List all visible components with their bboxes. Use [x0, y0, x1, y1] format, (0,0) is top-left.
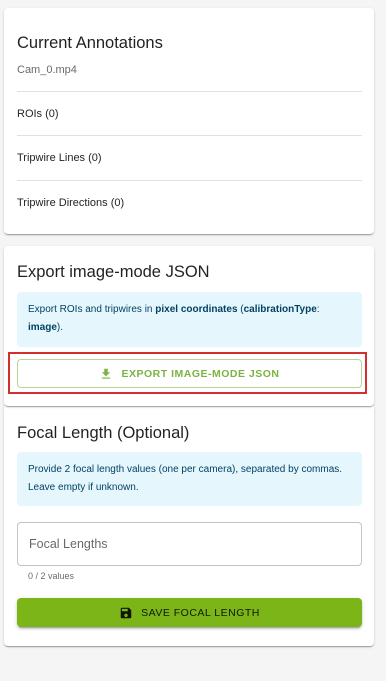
export-info-alert: Export ROIs and tripwires in pixel coord… — [17, 292, 362, 347]
export-info-text-suffix: ). — [56, 322, 64, 333]
focal-length-title: Focal Length (Optional) — [17, 424, 190, 442]
file-name: Cam_0.mp4 — [17, 64, 77, 76]
save-focal-length-button[interactable]: SAVE FOCAL LENGTH — [17, 598, 362, 627]
save-icon — [119, 606, 133, 620]
export-image-mode-json-button[interactable]: EXPORT IMAGE-MODE JSON — [17, 359, 362, 388]
current-annotations-title: Current Annotations — [17, 34, 163, 52]
focal-lengths-field[interactable] — [17, 522, 362, 566]
download-icon — [99, 367, 113, 381]
focal-length-card: Focal Length (Optional) Provide 2 focal … — [4, 404, 374, 646]
export-info-pixel-coordinates: pixel coordinates — [155, 304, 238, 315]
export-button-label: EXPORT IMAGE-MODE JSON — [121, 367, 280, 380]
focal-info-text: Provide 2 focal length values (one per c… — [28, 464, 343, 493]
export-info-calibration-type: calibrationType — [243, 304, 317, 315]
focal-info-alert: Provide 2 focal length values (one per c… — [17, 452, 362, 506]
tripwire-lines-label: Tripwire Lines (0) — [17, 152, 102, 164]
rois-row[interactable]: ROIs (0) — [17, 91, 362, 136]
tripwire-lines-row[interactable]: Tripwire Lines (0) — [17, 135, 362, 180]
export-title: Export image-mode JSON — [17, 263, 210, 281]
export-info-text-colon: : — [316, 304, 320, 315]
focal-lengths-input[interactable] — [18, 523, 361, 565]
tripwire-directions-row[interactable]: Tripwire Directions (0) — [17, 180, 362, 225]
export-card: Export image-mode JSON Export ROIs and t… — [4, 246, 374, 406]
focal-helper-text: 0 / 2 values — [28, 571, 75, 581]
save-button-label: SAVE FOCAL LENGTH — [141, 606, 260, 619]
rois-label: ROIs (0) — [17, 108, 59, 120]
tripwire-directions-label: Tripwire Directions (0) — [17, 197, 125, 209]
export-info-image: image — [28, 322, 57, 333]
export-info-text: Export ROIs and tripwires in — [28, 304, 156, 315]
current-annotations-card: Current Annotations Cam_0.mp4 ROIs (0) T… — [4, 8, 374, 234]
